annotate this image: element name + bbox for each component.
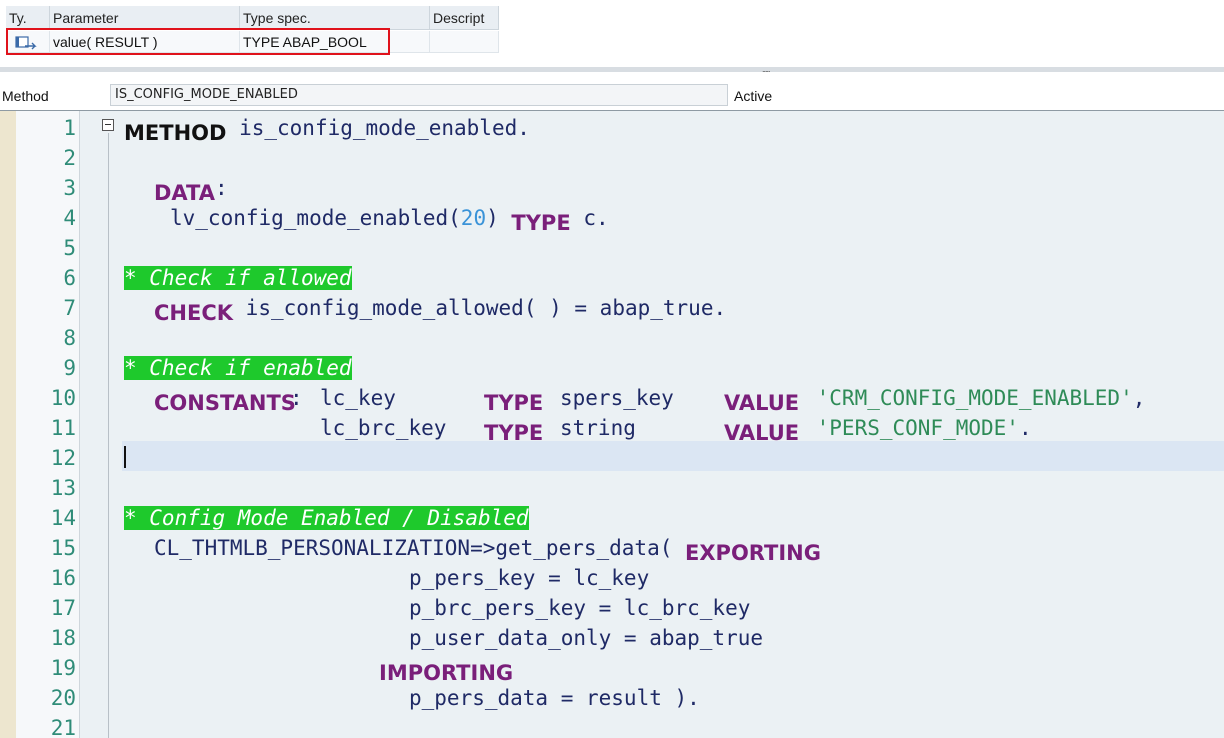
code-line-10-name: lc_key <box>320 386 396 410</box>
code-line-11-type: TYPE <box>484 413 544 445</box>
code-text: lc_brc_key <box>320 416 460 440</box>
breakpoint-gutter[interactable] <box>0 111 16 738</box>
string-literal: 'PERS_CONF_MODE' <box>804 416 1019 440</box>
code-line-14[interactable]: * Config Mode Enabled / Disabled <box>124 503 529 533</box>
line-number: 7 <box>63 296 76 320</box>
code-line-19[interactable]: IMPORTING <box>379 653 514 685</box>
keyword: TYPE <box>511 211 571 235</box>
code-line-11-typename: string <box>560 416 636 440</box>
line-number: 3 <box>63 176 76 200</box>
splitter-bar[interactable] <box>0 67 1224 72</box>
code-line-1[interactable]: METHOD is_config_mode_enabled. <box>124 113 530 145</box>
line-number: 1 <box>63 116 76 140</box>
collapse-block-icon[interactable] <box>102 119 114 131</box>
line-number: 13 <box>50 476 76 500</box>
code-text: . <box>1018 416 1032 440</box>
code-line-11[interactable]: lc_brc_key <box>320 413 459 443</box>
code-line-10[interactable]: CONSTANTS <box>154 383 296 415</box>
code-line-4[interactable]: lv_config_mode_enabled(20) TYPE c. <box>170 203 609 235</box>
gutter-divider <box>79 111 80 738</box>
keyword: EXPORTING <box>685 541 821 565</box>
code-line-3[interactable]: DATA: <box>154 173 228 205</box>
code-line-10-literal: 'CRM_CONFIG_MODE_ENABLED', <box>804 383 1146 413</box>
line-number: 12 <box>50 446 76 470</box>
code-line-11-literal: 'PERS_CONF_MODE'. <box>804 413 1032 443</box>
keyword: VALUE <box>724 421 800 445</box>
line-number: 18 <box>50 626 76 650</box>
line-number-gutter: 1 2 3 4 5 6 7 8 9 10 11 12 13 14 15 16 1… <box>16 111 80 738</box>
parameter-table: Ty. Parameter Type spec. Descript value(… <box>0 0 1224 68</box>
line-number: 2 <box>63 146 76 170</box>
code-text: c. <box>570 206 609 230</box>
keyword: METHOD <box>124 121 227 145</box>
code-line-10-colon: : <box>290 386 303 410</box>
header-description[interactable]: Descript <box>430 6 499 30</box>
line-number: 19 <box>50 656 76 680</box>
method-label: Method <box>2 88 49 104</box>
header-type[interactable]: Ty. <box>6 6 50 30</box>
line-number: 6 <box>63 266 76 290</box>
header-type-spec[interactable]: Type spec. <box>240 6 430 30</box>
code-text: , <box>1132 386 1146 410</box>
code-line-10-type: TYPE <box>484 383 544 415</box>
code-editor[interactable]: 1 2 3 4 5 6 7 8 9 10 11 12 13 14 15 16 1… <box>0 111 1224 738</box>
code-text: lv_config_mode_enabled( <box>170 206 461 230</box>
code-line-9[interactable]: * Check if enabled <box>124 353 352 383</box>
code-line-20[interactable]: p_pers_data = result ). <box>409 683 700 713</box>
code-text: : <box>215 176 228 200</box>
code-text: is_config_mode_enabled. <box>226 116 530 140</box>
fold-guide <box>108 133 109 738</box>
line-number: 15 <box>50 536 76 560</box>
keyword: IMPORTING <box>379 661 514 685</box>
code-line-11-value: VALUE <box>724 413 800 445</box>
keyword: CONSTANTS <box>154 391 296 415</box>
text-cursor <box>124 446 126 468</box>
comment: * Check if allowed <box>124 266 352 290</box>
current-line-highlight <box>122 441 1224 471</box>
line-number: 16 <box>50 566 76 590</box>
code-line-16[interactable]: p_pers_key = lc_key <box>409 563 649 593</box>
code-text: ) <box>486 206 512 230</box>
splitter-grip-icon[interactable]: ..... <box>762 65 784 74</box>
keyword: DATA <box>154 181 216 205</box>
code-text: CL_THTMLB_PERSONALIZATION=>get_pers_data… <box>154 536 686 560</box>
line-number: 5 <box>63 236 76 260</box>
method-status: Active <box>734 88 773 104</box>
line-number: 20 <box>50 686 76 710</box>
code-line-7[interactable]: CHECK is_config_mode_allowed( ) = abap_t… <box>154 293 727 325</box>
code-line-10-value: VALUE <box>724 383 800 415</box>
header-parameter[interactable]: Parameter <box>50 6 240 30</box>
code-line-15[interactable]: CL_THTMLB_PERSONALIZATION=>get_pers_data… <box>154 533 821 565</box>
line-number: 17 <box>50 596 76 620</box>
line-number: 14 <box>50 506 76 530</box>
line-number: 11 <box>50 416 76 440</box>
method-name-field[interactable]: IS_CONFIG_MODE_ENABLED <box>110 84 728 106</box>
code-line-10-typename: spers_key <box>560 386 674 410</box>
line-number: 10 <box>50 386 76 410</box>
comment: * Config Mode Enabled / Disabled <box>124 506 529 530</box>
string-literal: 'CRM_CONFIG_MODE_ENABLED' <box>804 386 1133 410</box>
keyword: TYPE <box>484 421 544 445</box>
keyword: CHECK <box>154 301 234 325</box>
code-line-17[interactable]: p_brc_pers_key = lc_brc_key <box>409 593 750 623</box>
line-number: 21 <box>50 716 76 738</box>
line-number: 9 <box>63 356 76 380</box>
code-line-18[interactable]: p_user_data_only = abap_true <box>409 623 763 653</box>
keyword: VALUE <box>724 391 800 415</box>
code-text: is_config_mode_allowed( ) = abap_true. <box>233 296 727 320</box>
comment: * Check if enabled <box>124 356 352 380</box>
selected-row-highlight <box>6 28 390 55</box>
row-description-cell[interactable] <box>430 31 499 53</box>
keyword: TYPE <box>484 391 544 415</box>
number-literal: 20 <box>460 206 487 230</box>
code-line-6[interactable]: * Check if allowed <box>124 263 352 293</box>
line-number: 8 <box>63 326 76 350</box>
line-number: 4 <box>63 206 76 230</box>
